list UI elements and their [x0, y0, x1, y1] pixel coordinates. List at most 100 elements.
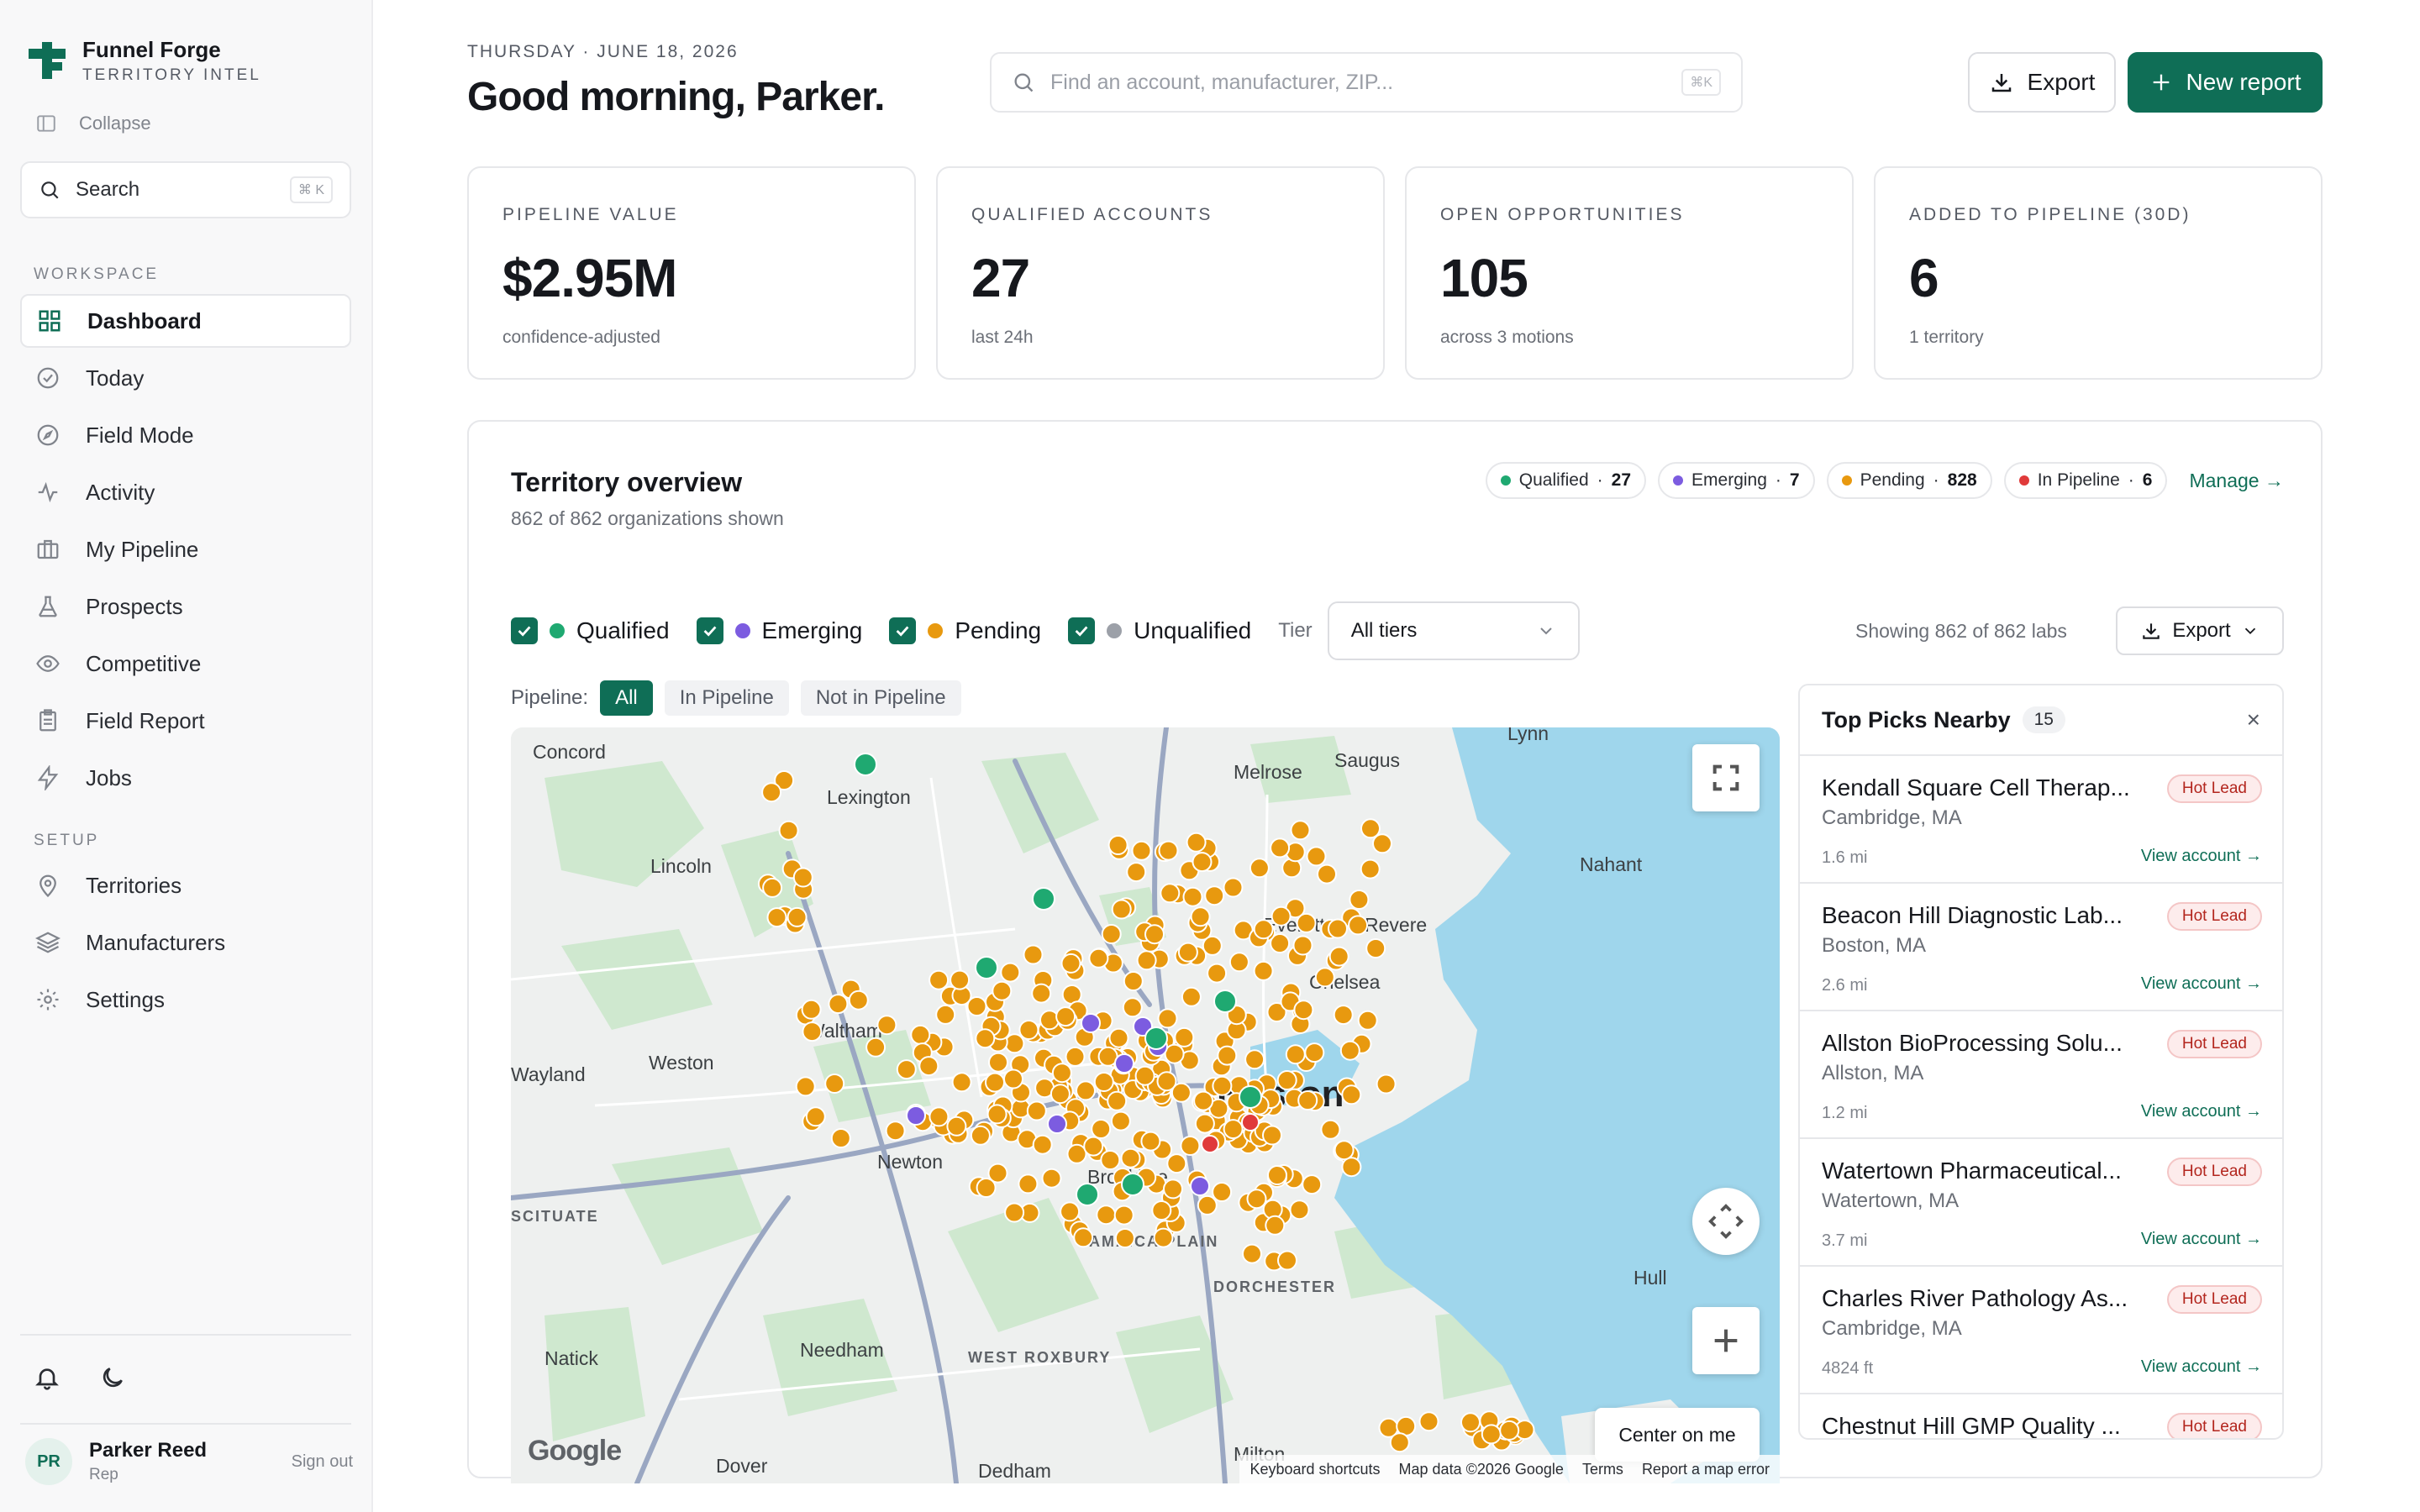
map-marker[interactable] [1365, 938, 1386, 958]
map-marker[interactable] [1360, 858, 1381, 879]
filter-emerging[interactable]: Emerging [696, 617, 862, 644]
global-search-input[interactable]: Find an account, manufacturer, ZIP... ⌘K [990, 52, 1743, 113]
map-marker[interactable] [1333, 1005, 1354, 1026]
sidebar-item-dashboard[interactable]: Dashboard [20, 294, 351, 348]
map-marker[interactable] [1293, 1000, 1314, 1021]
map-marker[interactable] [1339, 1040, 1360, 1061]
map-marker[interactable] [1180, 1136, 1201, 1156]
map-marker[interactable] [1093, 1072, 1114, 1092]
map-marker[interactable] [992, 980, 1013, 1001]
close-icon[interactable]: × [2247, 706, 2260, 733]
map-marker[interactable] [1360, 818, 1381, 839]
map-marker[interactable] [1267, 1165, 1287, 1185]
map-marker[interactable] [1113, 1205, 1134, 1226]
sidebar-item-settings[interactable]: Settings [20, 973, 351, 1026]
map-marker[interactable] [1372, 833, 1392, 854]
map-marker[interactable] [1018, 1173, 1039, 1194]
pick-item[interactable]: Beacon Hill Diagnostic Lab... Hot Lead B… [1800, 884, 2282, 1011]
pick-item[interactable]: Kendall Square Cell Therap... Hot Lead C… [1800, 756, 2282, 884]
map-marker[interactable] [876, 1015, 897, 1036]
map-marker[interactable] [1004, 1033, 1025, 1054]
map-marker[interactable] [1060, 1201, 1081, 1222]
map-marker[interactable] [1032, 1134, 1053, 1155]
map-marker[interactable] [988, 1052, 1008, 1073]
map-marker[interactable] [918, 1056, 939, 1077]
map-marker[interactable] [1306, 846, 1327, 867]
map-marker[interactable] [1460, 1412, 1481, 1433]
map-marker[interactable] [1192, 852, 1213, 873]
avatar[interactable]: PR [25, 1438, 72, 1485]
map-marker[interactable] [1186, 832, 1207, 853]
pick-item[interactable]: Allston BioProcessing Solu... Hot Lead A… [1800, 1011, 2282, 1139]
map-marker[interactable] [1114, 1053, 1134, 1074]
map-marker[interactable] [1066, 1143, 1087, 1164]
map-marker[interactable] [1349, 890, 1370, 910]
map-marker[interactable] [1182, 886, 1203, 907]
map-marker[interactable] [1228, 952, 1249, 973]
map-marker[interactable] [1418, 1411, 1439, 1432]
manage-link[interactable]: Manage → [2189, 470, 2284, 492]
sidebar-item-prospects[interactable]: Prospects [20, 580, 351, 633]
sidebar-item-my-pipeline[interactable]: My Pipeline [20, 522, 351, 576]
map-marker[interactable] [1204, 885, 1225, 906]
view-account-link[interactable]: View account → [2141, 1230, 2262, 1249]
map-marker[interactable] [1328, 946, 1349, 967]
map-marker[interactable] [1341, 1157, 1362, 1178]
map-marker[interactable] [1285, 1044, 1306, 1065]
map-marker[interactable] [1144, 924, 1165, 945]
map-marker[interactable] [1207, 963, 1228, 984]
keyboard-shortcuts-link[interactable]: Keyboard shortcuts [1249, 1461, 1380, 1478]
map-marker[interactable] [1096, 1205, 1117, 1226]
map-marker[interactable] [1134, 1065, 1155, 1086]
map-marker[interactable] [1194, 1113, 1215, 1134]
filter-qualified[interactable]: Qualified [511, 617, 670, 644]
map-marker[interactable] [1144, 1026, 1168, 1050]
map-marker[interactable] [1197, 1194, 1218, 1215]
map-marker[interactable] [1156, 1071, 1177, 1092]
map-marker[interactable] [935, 1004, 956, 1025]
map-marker[interactable] [970, 1125, 991, 1146]
sidebar-item-competitive[interactable]: Competitive [20, 637, 351, 690]
map-marker[interactable] [1190, 1176, 1210, 1196]
map-marker[interactable] [1296, 912, 1317, 933]
map-marker[interactable] [786, 906, 808, 927]
checkbox[interactable] [696, 617, 723, 644]
map-marker[interactable] [1126, 862, 1147, 883]
map-marker[interactable] [1101, 924, 1122, 944]
collapse-button[interactable]: Collapse [35, 113, 151, 134]
map-marker[interactable] [950, 969, 971, 990]
map-marker[interactable] [1341, 1084, 1362, 1105]
map-marker[interactable] [1241, 1113, 1260, 1131]
map-marker[interactable] [1223, 1119, 1244, 1140]
map-marker[interactable] [1270, 906, 1292, 927]
map-marker[interactable] [1110, 1110, 1131, 1131]
zoom-in-button[interactable] [1692, 1307, 1760, 1374]
map-marker[interactable] [1107, 1090, 1128, 1111]
map-marker[interactable] [1202, 935, 1223, 956]
map-marker[interactable] [1003, 1068, 1023, 1089]
map-marker[interactable] [762, 877, 783, 898]
pipeline-option-all[interactable]: All [600, 680, 653, 716]
map-marker[interactable] [1265, 1215, 1286, 1236]
chip-in-pipeline[interactable]: In Pipeline · 6 [2003, 462, 2168, 499]
map-marker[interactable] [1246, 1189, 1267, 1210]
map-marker[interactable] [1253, 919, 1274, 940]
sidebar-item-today[interactable]: Today [20, 351, 351, 405]
map-marker[interactable] [1223, 877, 1244, 898]
map-marker[interactable] [1032, 887, 1055, 911]
view-account-link[interactable]: View account → [2141, 847, 2262, 866]
map-marker[interactable] [1160, 883, 1181, 904]
map-marker[interactable] [1140, 1131, 1161, 1152]
map-marker[interactable] [1289, 1200, 1310, 1221]
map-marker[interactable] [1111, 899, 1132, 920]
map-marker[interactable] [1076, 1080, 1096, 1101]
map-marker[interactable] [1131, 840, 1152, 861]
map-marker[interactable] [1051, 1063, 1072, 1084]
map-marker[interactable] [1320, 1119, 1341, 1140]
map-marker[interactable] [801, 999, 822, 1020]
map-marker[interactable] [1107, 835, 1128, 855]
chip-emerging[interactable]: Emerging · 7 [1658, 462, 1815, 499]
map-marker[interactable] [1065, 1046, 1086, 1067]
map-marker[interactable] [766, 907, 787, 928]
map-pan-button[interactable] [1692, 1188, 1760, 1255]
